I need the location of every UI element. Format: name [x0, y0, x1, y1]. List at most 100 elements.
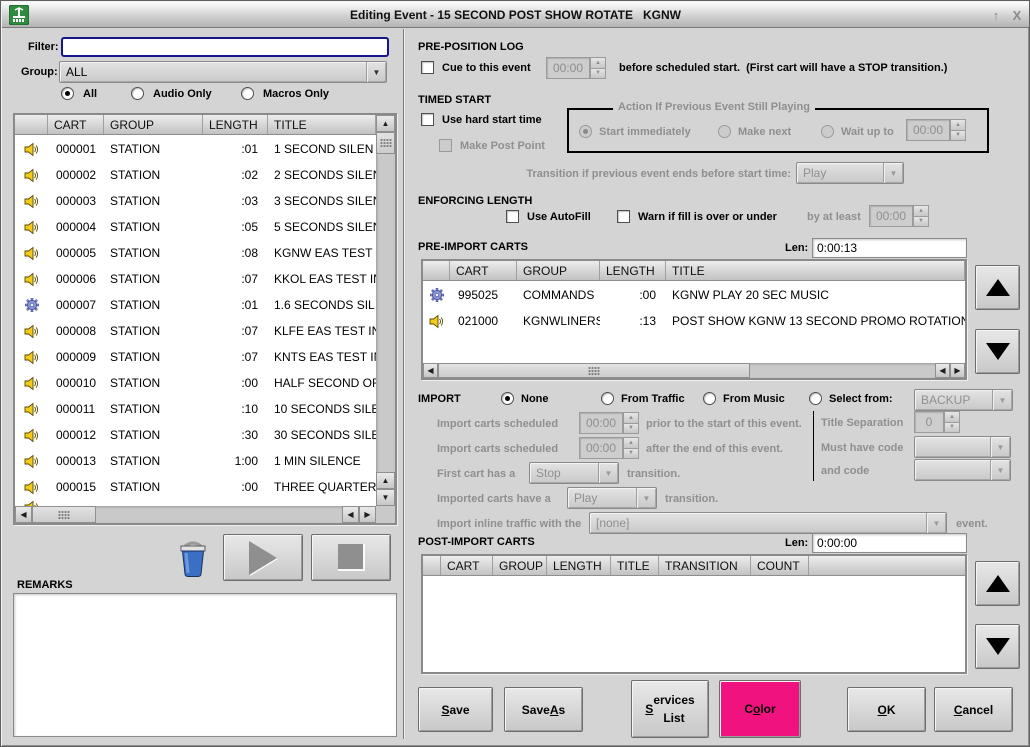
cue-to-event-checkbox[interactable]	[421, 61, 434, 74]
cell-cart: 000005	[48, 246, 104, 260]
col-cart[interactable]: CART	[441, 556, 493, 575]
table-row[interactable]: 000007STATION:011.6 SECONDS SIL	[15, 292, 376, 318]
warn-fill-checkbox[interactable]	[617, 210, 630, 223]
cell-title: KGNW EAS TEST	[268, 246, 376, 260]
table-row[interactable]: 000002STATION:022 SECONDS SILEN	[15, 162, 376, 188]
shade-window-button[interactable]: ↑	[987, 6, 1005, 24]
chevron-down-icon: ▼	[366, 62, 386, 82]
filter-label: Filter:	[28, 41, 59, 53]
table-row[interactable]: 000015STATION:00THREE QUARTER	[15, 474, 376, 500]
radio-macros-only[interactable]	[241, 87, 254, 100]
spin-down-icon: ▼	[623, 424, 639, 435]
col-group[interactable]: GROUP	[517, 261, 600, 280]
scroll-left-icon[interactable]: ◀	[423, 363, 438, 378]
filter-input[interactable]	[61, 37, 389, 57]
table-row[interactable]: 995025COMMANDS:00KGNW PLAY 20 SEC MUSIC	[423, 282, 965, 308]
vscroll-thumb[interactable]	[376, 132, 395, 154]
save-button[interactable]: Save	[418, 687, 493, 732]
radio-all[interactable]	[61, 87, 74, 100]
remarks-textarea[interactable]	[13, 593, 397, 737]
stop-button[interactable]	[311, 534, 391, 581]
col-count[interactable]: COUNT	[751, 556, 809, 575]
cart-table-vscrollbar[interactable]	[376, 115, 395, 506]
scroll-left2-icon[interactable]: ◀	[342, 506, 359, 523]
speaker-icon	[423, 314, 450, 329]
radio-audio-only[interactable]	[131, 87, 144, 100]
must-have-code-label: Must have code	[821, 442, 904, 454]
col-group[interactable]: GROUP	[104, 115, 203, 134]
close-window-button[interactable]: X	[1008, 6, 1026, 24]
table-row[interactable]: 021000KGNWLINERS:13POST SHOW KGNW 13 SEC…	[423, 308, 965, 334]
remarks-label: REMARKS	[17, 579, 73, 591]
post-import-move-down-button[interactable]	[975, 624, 1020, 669]
col-icon[interactable]	[423, 556, 441, 575]
wait-time-spinbox: 00:00 ▲▼	[906, 119, 966, 141]
table-row[interactable]: 000010STATION:00HALF SECOND OF	[15, 370, 376, 396]
col-length[interactable]: LENGTH	[600, 261, 666, 280]
cancel-button[interactable]: Cancel	[934, 687, 1013, 732]
scroll-down-icon[interactable]: ▼	[376, 489, 395, 506]
table-row[interactable]: 000011STATION:1010 SECONDS SILE	[15, 396, 376, 422]
cell-title: THREE QUARTER	[268, 480, 376, 494]
table-row[interactable]: 000004STATION:055 SECONDS SILEN	[15, 214, 376, 240]
speaker-icon	[15, 194, 48, 209]
col-title[interactable]: TITLE	[268, 115, 376, 134]
table-row[interactable]: 000009STATION:07KNTS EAS TEST IN	[15, 344, 376, 370]
table-row[interactable]: 000006STATION:07KKOL EAS TEST IN	[15, 266, 376, 292]
col-cart[interactable]: CART	[450, 261, 517, 280]
table-row[interactable]: 000012STATION:3030 SECONDS SILE	[15, 422, 376, 448]
play-button[interactable]	[223, 534, 303, 581]
chevron-down-icon: ▼	[926, 513, 946, 533]
table-row[interactable]: 000013STATION1:001 MIN SILENCE	[15, 448, 376, 474]
table-row[interactable]: 000005STATION:08KGNW EAS TEST	[15, 240, 376, 266]
radio-import-music[interactable]	[703, 392, 716, 405]
cell-cart: 000002	[48, 168, 104, 182]
scroll-up2-icon[interactable]: ▲	[376, 472, 395, 489]
use-autofill-checkbox[interactable]	[506, 210, 519, 223]
sched-prior-suffix: prior to the start of this event.	[646, 418, 802, 430]
titlebar[interactable]: Editing Event - 15 SECOND POST SHOW ROTA…	[2, 2, 1029, 28]
hscroll-thumb[interactable]	[32, 506, 96, 523]
col-length[interactable]: LENGTH	[203, 115, 268, 134]
cell-title: 2 SECONDS SILEN	[268, 168, 376, 182]
radio-import-select-from[interactable]	[809, 392, 822, 405]
radio-import-none[interactable]	[501, 392, 514, 405]
pre-import-move-down-button[interactable]	[975, 329, 1020, 374]
group-select[interactable]: ALL ▼	[59, 61, 387, 83]
speaker-icon	[15, 480, 48, 495]
hscroll-thumb[interactable]	[438, 363, 750, 378]
col-cart[interactable]: CART	[48, 115, 104, 134]
col-title[interactable]: TITLE	[666, 261, 965, 280]
table-row[interactable]: 000001STATION:011 SECOND SILEN	[15, 136, 376, 162]
speaker-icon	[15, 376, 48, 391]
table-row[interactable]: 000008STATION:07KLFE EAS TEST IN	[15, 318, 376, 344]
radio-import-traffic[interactable]	[601, 392, 614, 405]
scroll-left2-icon[interactable]: ◀	[935, 363, 950, 378]
col-icon[interactable]	[423, 261, 450, 280]
post-import-len-field[interactable]: 0:00:00	[812, 533, 967, 553]
pre-import-section-label: PRE-IMPORT CARTS	[418, 241, 528, 253]
cell-cart: 000009	[48, 350, 104, 364]
cell-cart: 995025	[450, 288, 517, 302]
pre-import-move-up-button[interactable]	[975, 265, 1020, 310]
hard-start-checkbox[interactable]	[421, 113, 434, 126]
ok-button[interactable]: OK	[847, 687, 926, 732]
cell-cart: 000004	[48, 220, 104, 234]
color-button[interactable]: Color	[719, 680, 801, 738]
scroll-up-icon[interactable]: ▲	[376, 115, 395, 132]
post-import-move-up-button[interactable]	[975, 561, 1020, 606]
scroll-right-icon[interactable]: ▶	[950, 363, 965, 378]
col-transition[interactable]: TRANSITION	[659, 556, 751, 575]
trash-bucket-icon[interactable]	[173, 538, 213, 585]
col-icon[interactable]	[15, 115, 48, 134]
col-group[interactable]: GROUP	[493, 556, 547, 575]
pre-import-len-field[interactable]: 0:00:13	[812, 238, 967, 258]
save-as-button[interactable]: Save As	[504, 687, 583, 732]
table-row[interactable]: 000003STATION:033 SECONDS SILEN	[15, 188, 376, 214]
scroll-left-icon[interactable]: ◀	[15, 506, 32, 523]
scroll-right-icon[interactable]: ▶	[359, 506, 376, 523]
col-length[interactable]: LENGTH	[547, 556, 611, 575]
services-list-button[interactable]: ServicesList	[631, 680, 709, 738]
and-code-label: and code	[821, 465, 869, 477]
col-title[interactable]: TITLE	[611, 556, 659, 575]
